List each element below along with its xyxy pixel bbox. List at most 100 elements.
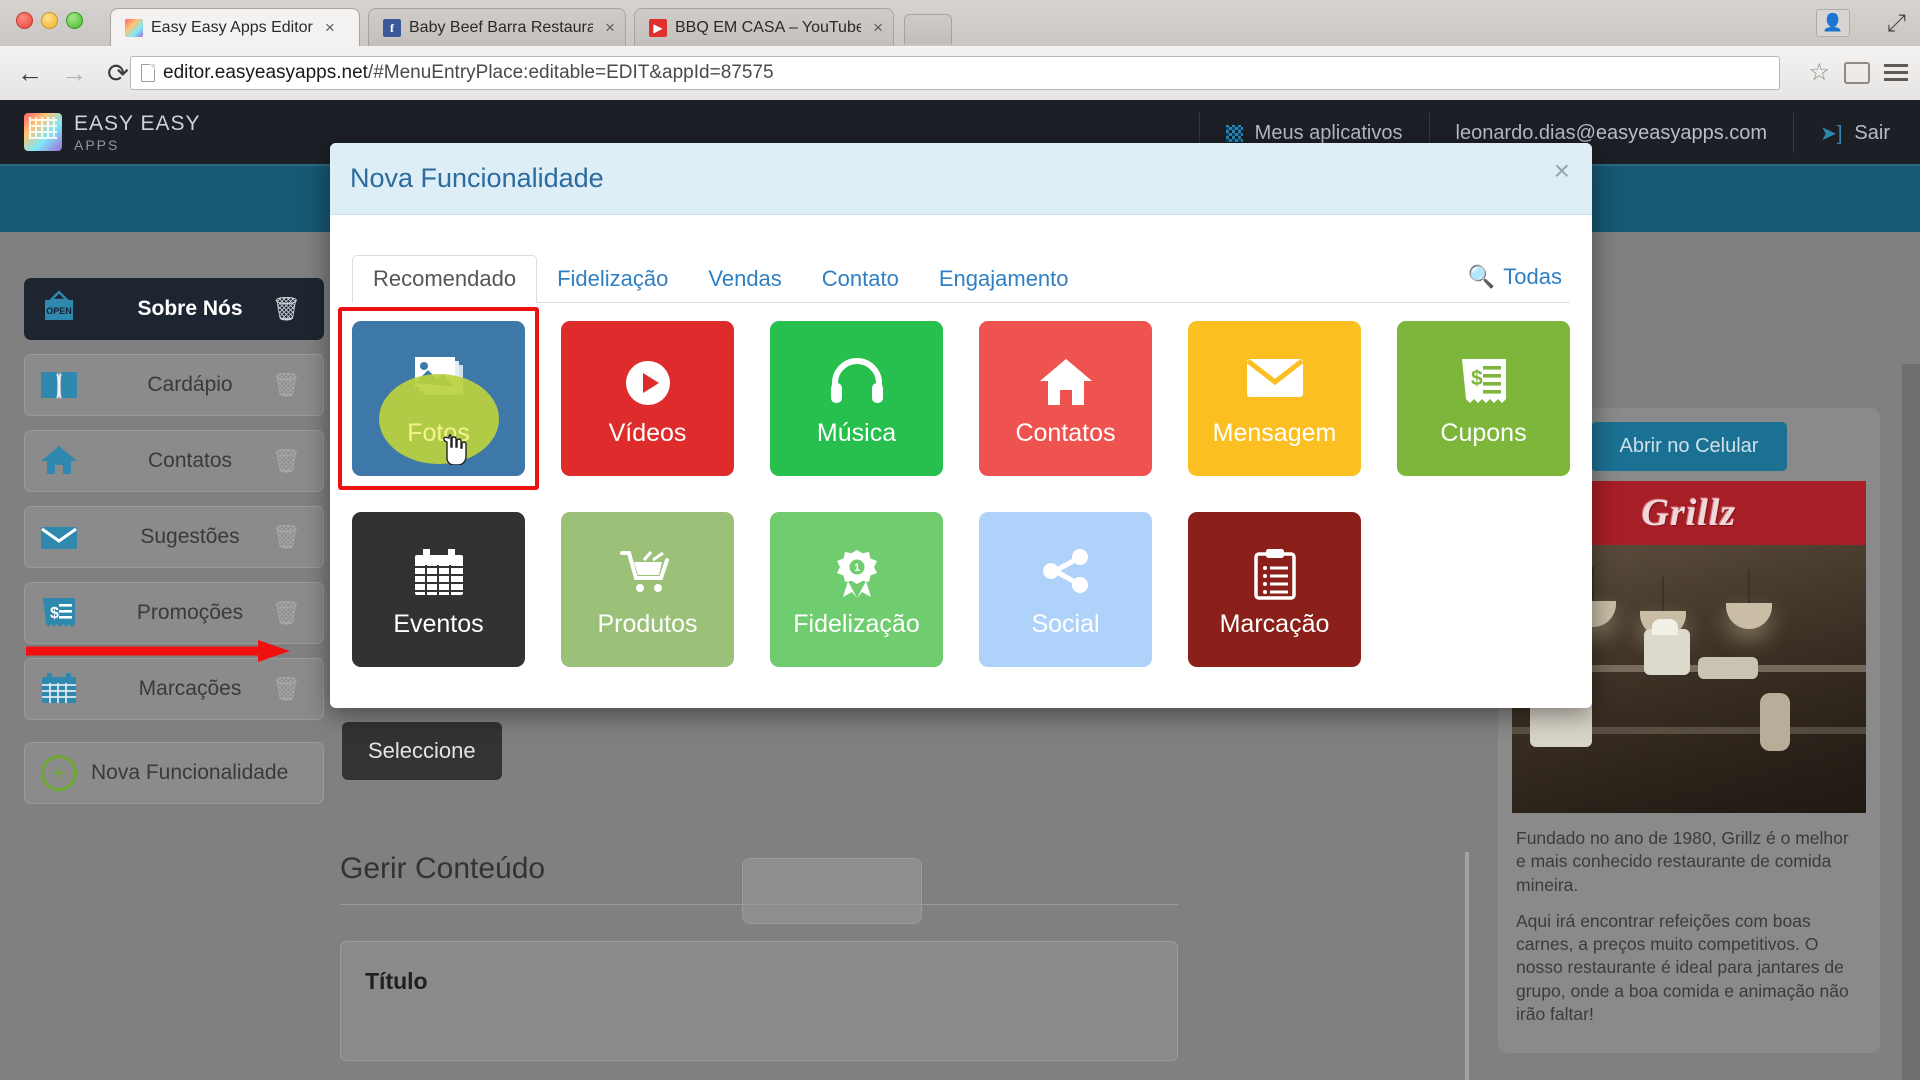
feature-tile-videos[interactable]: Vídeos <box>561 321 734 476</box>
back-button[interactable]: ← <box>8 51 52 95</box>
feature-tile-fidelizacao[interactable]: 1 Fidelização <box>770 512 943 667</box>
open-on-mobile-button[interactable]: Abrir no Celular <box>1591 422 1787 471</box>
feature-tile-label: Social <box>1031 610 1100 638</box>
youtube-favicon: ▶ <box>649 18 667 37</box>
feature-tile-social[interactable]: Social <box>979 512 1152 667</box>
search-icon: 🔍 <box>1467 264 1496 289</box>
bookmark-star-icon[interactable]: ☆ <box>1808 58 1830 87</box>
feature-tile-marcacao[interactable]: Marcação <box>1188 512 1361 667</box>
browser-tabstrip: Easy Easy Apps Editor × f Baby Beef Barr… <box>0 0 1920 46</box>
address-bar[interactable]: editor.easyeasyapps.net/#MenuEntryPlace:… <box>130 56 1780 90</box>
feature-tile-mensagem[interactable]: Mensagem <box>1188 321 1361 476</box>
feature-tile-musica[interactable]: Música <box>770 321 943 476</box>
scrollbar-thumb[interactable] <box>1465 852 1469 1080</box>
logout-label: Sair <box>1854 121 1890 144</box>
browser-tab-title: Baby Beef Barra Restaurant <box>409 18 594 36</box>
calendar-icon <box>35 669 83 709</box>
tab-fidelizacao[interactable]: Fidelização <box>537 256 688 302</box>
ribbon-icon: 1 <box>832 548 882 600</box>
content-scrollbar[interactable]: ▼ <box>1462 852 1472 1080</box>
browser-tab-0[interactable]: Easy Easy Apps Editor × <box>110 8 360 46</box>
minimize-window-button[interactable] <box>41 12 58 29</box>
browser-tab-title: Easy Easy Apps Editor <box>151 18 313 36</box>
browser-tab-2[interactable]: ▶ BBQ EM CASA – YouTube × <box>634 8 894 46</box>
maximize-window-button[interactable] <box>66 12 83 29</box>
sidebar-add-feature-label: Nova Funcionalidade <box>91 761 289 784</box>
close-icon[interactable]: × <box>1554 155 1570 187</box>
calendar-icon <box>412 548 466 598</box>
new-feature-modal: Nova Funcionalidade × Recomendado Fideli… <box>330 143 1592 708</box>
close-icon[interactable]: × <box>325 19 335 36</box>
feature-tile-label: Eventos <box>393 610 484 638</box>
sidebar-item-contatos[interactable]: Contatos 🗑 <box>24 430 324 492</box>
browser-tab-1[interactable]: f Baby Beef Barra Restaurant × <box>368 8 626 46</box>
divider <box>340 904 1178 905</box>
search-all-button[interactable]: 🔍 Todas <box>1468 264 1562 290</box>
title-field-card[interactable]: Título <box>340 941 1178 1061</box>
close-icon[interactable]: × <box>605 19 615 36</box>
preview-app-name: Grillz <box>1641 492 1737 534</box>
trash-icon[interactable]: 🗑 <box>272 296 301 323</box>
preview-description: Fundado no ano de 1980, Grillz é o melho… <box>1512 813 1866 1026</box>
svg-text:$: $ <box>50 605 59 622</box>
select-button[interactable]: Seleccione <box>342 722 502 780</box>
sidebar-item-promocoes[interactable]: $ Promoções 🗑 <box>24 582 324 644</box>
profile-icon[interactable]: 👤 <box>1816 9 1850 37</box>
feature-tile-label: Marcação <box>1219 610 1330 638</box>
mouse-cursor-icon <box>443 434 467 465</box>
exit-icon: ➤] <box>1820 122 1843 145</box>
page-info-icon[interactable] <box>141 64 155 82</box>
easyeasy-favicon <box>125 18 143 37</box>
close-icon[interactable]: × <box>873 19 883 36</box>
brand-line-1: EASY EASY <box>74 111 201 135</box>
sidebar-item-marcacoes[interactable]: Marcações 🗑 <box>24 658 324 720</box>
trash-icon[interactable]: 🗑 <box>272 600 301 627</box>
modal-header: Nova Funcionalidade × <box>330 143 1592 215</box>
page-scrollbar[interactable] <box>1902 364 1920 1080</box>
omnibar-actions: ☆ <box>1808 58 1908 87</box>
window-controls[interactable] <box>16 12 83 29</box>
sidebar-item-sugestoes[interactable]: Sugestões 🗑 <box>24 506 324 568</box>
sidebar-add-feature-button[interactable]: + Nova Funcionalidade <box>24 742 324 804</box>
clipboard-icon <box>1253 548 1297 600</box>
logout-button[interactable]: ➤] Sair <box>1793 113 1920 153</box>
close-window-button[interactable] <box>16 12 33 29</box>
menu-icon[interactable] <box>1884 64 1908 81</box>
tab-vendas[interactable]: Vendas <box>688 256 801 302</box>
fullscreen-icon[interactable]: ⤢ <box>1887 10 1906 38</box>
forward-button: → <box>61 57 87 88</box>
new-tab-button[interactable] <box>904 14 952 44</box>
trash-icon[interactable]: 🗑 <box>272 524 301 551</box>
feature-tile-fotos[interactable]: Fotos <box>338 307 539 490</box>
url-path: /#MenuEntryPlace:editable=EDIT&appId=875… <box>367 62 774 83</box>
tab-recomendado[interactable]: Recomendado <box>352 255 538 303</box>
title-field-label: Título <box>365 968 428 994</box>
feature-tile-grid: Fotos Vídeos Música Contatos Mensagem $ … <box>330 303 1592 667</box>
browser-omnibar: ← → ⟳ editor.easyeasyapps.net/#MenuEntry… <box>0 46 1920 100</box>
cast-icon[interactable] <box>1844 61 1870 84</box>
plus-circle-icon: + <box>35 753 83 793</box>
feature-tile-cupons[interactable]: $ Cupons <box>1397 321 1570 476</box>
feature-tile-produtos[interactable]: Produtos <box>561 512 734 667</box>
browser-tab-title: BBQ EM CASA – YouTube <box>675 18 862 36</box>
facebook-favicon: f <box>383 18 401 37</box>
browser-chrome: Easy Easy Apps Editor × f Baby Beef Barr… <box>0 0 1920 100</box>
feature-tile-contatos[interactable]: Contatos <box>979 321 1152 476</box>
easyeasy-logo-icon <box>24 113 62 151</box>
trash-icon[interactable]: 🗑 <box>272 448 301 475</box>
tab-engajamento[interactable]: Engajamento <box>919 256 1089 302</box>
app-logo[interactable]: EASY EASY APPS <box>24 113 201 152</box>
feature-tile-label: Contatos <box>1015 419 1116 447</box>
envelope-icon <box>35 517 83 557</box>
tab-contato[interactable]: Contato <box>802 256 919 302</box>
brand-line-2: APPS <box>74 136 120 153</box>
trash-icon[interactable]: 🗑 <box>272 676 301 703</box>
feature-tile-label: Vídeos <box>608 419 687 447</box>
feature-tile-label: Fidelização <box>793 610 920 638</box>
sidebar-item-cardapio[interactable]: Cardápio 🗑 <box>24 354 324 416</box>
sidebar-item-sobre-nos[interactable]: OPEN Sobre Nós 🗑 <box>24 278 324 340</box>
search-all-label: Todas <box>1503 264 1562 289</box>
trash-icon[interactable]: 🗑 <box>272 372 301 399</box>
headphones-icon <box>829 357 885 405</box>
feature-tile-eventos[interactable]: Eventos <box>352 512 525 667</box>
